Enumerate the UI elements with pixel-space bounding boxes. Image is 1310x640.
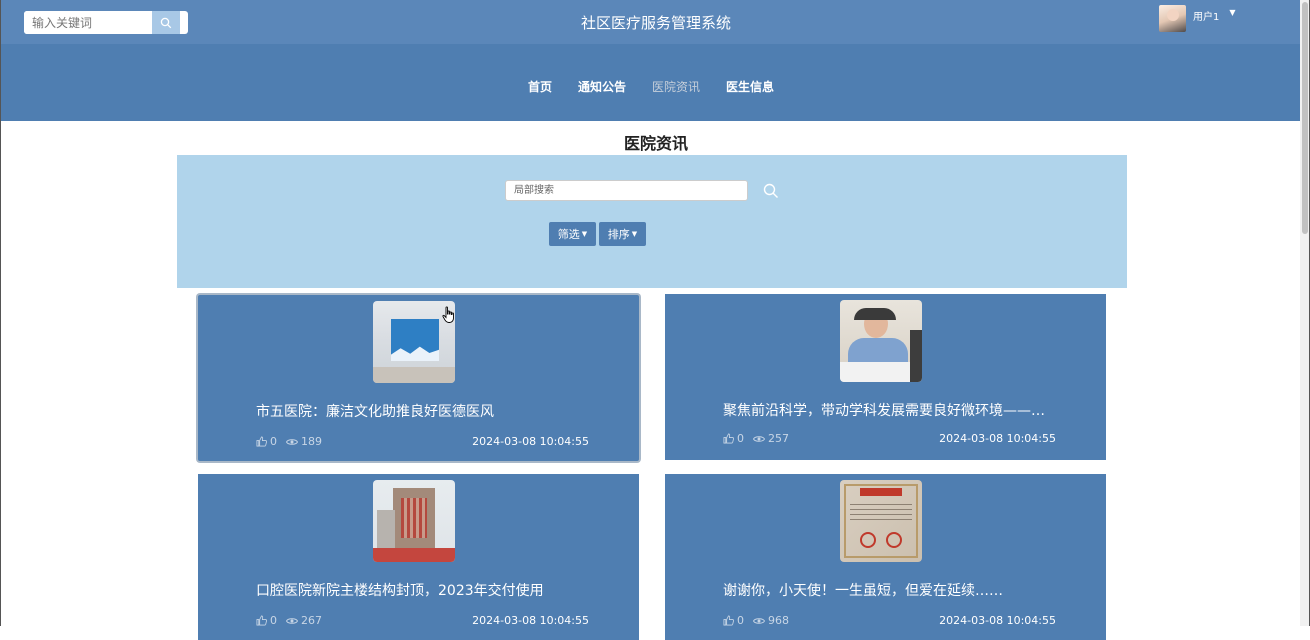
eye-icon — [286, 617, 298, 624]
article-stats: 0 968 — [723, 614, 798, 627]
user-name: 用户1 — [1193, 12, 1220, 23]
eye-icon — [753, 617, 765, 624]
view-count: 968 — [768, 614, 789, 627]
view-count: 189 — [301, 435, 322, 448]
sort-dropdown-button[interactable]: 排序 ▼ — [599, 222, 646, 246]
user-menu[interactable]: 用户1 ▼ — [1159, 5, 1236, 32]
local-search-input[interactable] — [505, 180, 748, 201]
thumbs-up-icon[interactable] — [256, 615, 267, 626]
article-thumbnail — [840, 480, 922, 562]
like-count: 0 — [270, 435, 277, 448]
eye-icon — [753, 435, 765, 442]
like-count: 0 — [737, 614, 744, 627]
article-card[interactable]: 市五医院：廉洁文化助推良好医德医风 0 189 2024-03-08 10:04… — [198, 295, 639, 461]
system-title: 社区医疗服务管理系统 — [580, 14, 731, 32]
filter-dropdown-button[interactable]: 筛选 ▼ — [549, 222, 596, 246]
article-date: 2024-03-08 10:04:55 — [472, 614, 589, 627]
article-thumbnail — [373, 480, 455, 562]
top-bar: 社区医疗服务管理系统 用户1 ▼ — [1, 0, 1301, 44]
thumbs-up-icon[interactable] — [256, 436, 267, 447]
article-stats: 0 257 — [723, 432, 798, 445]
filter-panel: 筛选▼ 排序▼ — [177, 155, 1127, 288]
page-scrollbar[interactable] — [1300, 0, 1309, 626]
article-date: 2024-03-08 10:04:55 — [939, 614, 1056, 627]
avatar — [1159, 5, 1186, 32]
article-title[interactable]: 口腔医院新院主楼结构封顶，2023年交付使用 — [256, 580, 601, 600]
thumbs-up-icon[interactable] — [723, 433, 734, 444]
nav-menu: 首页 通知公告 医院资讯 医生信息 — [1, 78, 1301, 95]
article-title[interactable]: 谢谢你，小天使！一生虽短，但爱在延续…… — [723, 580, 1068, 600]
sort-label: 排序 — [607, 228, 630, 241]
view-count: 267 — [301, 614, 322, 627]
article-card[interactable]: 口腔医院新院主楼结构封顶，2023年交付使用 0 267 2024-03-08 … — [198, 474, 639, 640]
article-date: 2024-03-08 10:04:55 — [939, 432, 1056, 445]
nav-item-doctors[interactable]: 医生信息 — [713, 78, 787, 95]
like-count: 0 — [270, 614, 277, 627]
nav-item-news[interactable]: 医院资讯 — [639, 78, 713, 95]
article-card[interactable]: 谢谢你，小天使！一生虽短，但爱在延续…… 0 968 2024-03-08 10… — [665, 474, 1106, 640]
article-date: 2024-03-08 10:04:55 — [472, 435, 589, 448]
nav-item-home[interactable]: 首页 — [515, 78, 565, 95]
article-stats: 0 267 — [256, 614, 331, 627]
hand-cursor-icon — [442, 306, 454, 323]
article-title[interactable]: 市五医院：廉洁文化助推良好医德医风 — [256, 401, 601, 421]
search-icon[interactable] — [763, 183, 779, 199]
caret-down-icon: ▼ — [631, 230, 638, 238]
eye-icon — [286, 438, 298, 445]
caret-down-icon: ▼ — [1229, 8, 1236, 17]
article-card[interactable]: 聚焦前沿科学，带动学科发展需要良好微环境——… 0 257 2024-03-08… — [665, 294, 1106, 460]
filter-label: 筛选 — [557, 228, 580, 241]
caret-down-icon: ▼ — [581, 230, 588, 238]
nav-item-notices[interactable]: 通知公告 — [565, 78, 639, 95]
article-stats: 0 189 — [256, 435, 331, 448]
article-thumbnail — [840, 300, 922, 382]
scrollbar-thumb[interactable] — [1302, 2, 1308, 234]
thumbs-up-icon[interactable] — [723, 615, 734, 626]
like-count: 0 — [737, 432, 744, 445]
article-title[interactable]: 聚焦前沿科学，带动学科发展需要良好微环境——… — [723, 400, 1068, 420]
view-count: 257 — [768, 432, 789, 445]
page-title: 医院资讯 — [623, 134, 688, 153]
